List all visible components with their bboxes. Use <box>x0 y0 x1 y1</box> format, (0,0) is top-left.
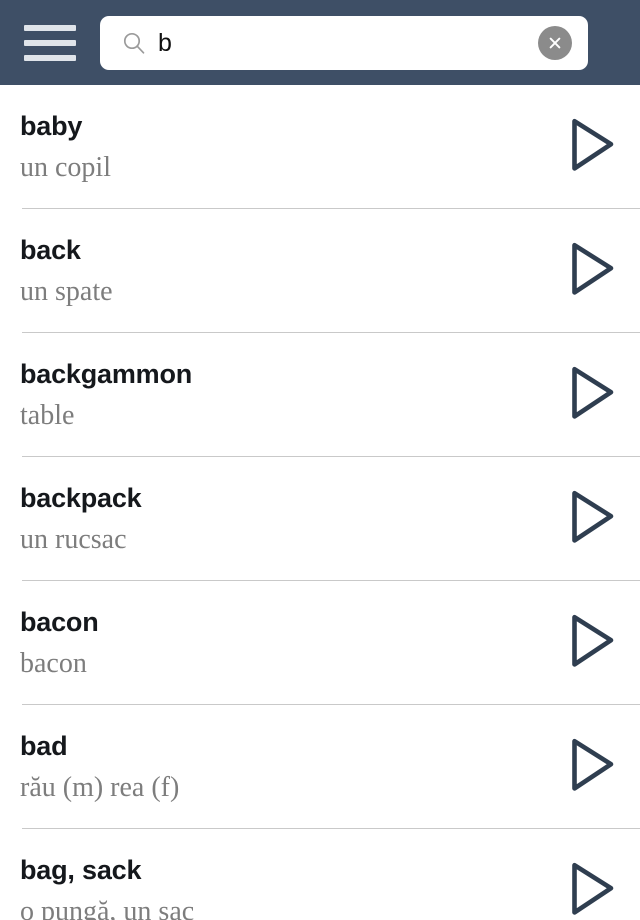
search-input[interactable] <box>158 22 488 63</box>
entry-translation: bacon <box>20 648 87 679</box>
app-header <box>0 0 640 85</box>
entry-translation: un copil <box>20 152 111 183</box>
entry-text-block: baby un copil <box>0 110 540 184</box>
entry-word: backgammon <box>20 359 193 389</box>
entry-translation: rău (m) rea (f) <box>20 772 180 803</box>
entry-word: bad <box>20 731 68 761</box>
play-audio-button[interactable] <box>564 117 620 177</box>
play-audio-button[interactable] <box>564 365 620 425</box>
clear-search-button[interactable] <box>538 25 572 60</box>
play-triangle-icon <box>567 240 617 303</box>
search-results-list[interactable]: baby un copil back un spate backgammon table b… <box>0 85 640 920</box>
hamburger-menu-icon-bar-2 <box>24 39 76 46</box>
play-audio-button[interactable] <box>564 489 620 549</box>
dictionary-entry-row[interactable]: back un spate <box>0 209 640 333</box>
play-audio-button[interactable] <box>564 737 620 797</box>
entry-translation: un spate <box>20 276 113 307</box>
dictionary-entry-row[interactable]: backpack un rucsac <box>0 457 640 581</box>
play-audio-button[interactable] <box>564 613 620 673</box>
play-triangle-icon <box>567 364 617 427</box>
entry-text-block: bad rău (m) rea (f) <box>0 730 540 804</box>
entry-text-block: backgammon table <box>0 358 540 432</box>
search-field[interactable] <box>100 15 588 70</box>
hamburger-menu-button[interactable] <box>0 0 100 85</box>
dictionary-entry-row[interactable]: backgammon table <box>0 333 640 457</box>
play-triangle-icon <box>567 612 617 675</box>
hamburger-menu-icon-bar-1 <box>24 24 76 31</box>
play-audio-button[interactable] <box>564 241 620 301</box>
entry-word: backpack <box>20 483 142 513</box>
entry-word: bacon <box>20 607 99 637</box>
hamburger-menu-icon-bar-3 <box>24 54 76 61</box>
entry-word: bag, sack <box>20 855 142 885</box>
entry-word: back <box>20 235 81 265</box>
play-triangle-icon <box>567 116 617 179</box>
play-triangle-icon <box>567 860 617 920</box>
entry-text-block: bacon bacon <box>0 606 540 680</box>
entry-translation: o pungă, un sac <box>20 896 195 920</box>
entry-word: baby <box>20 111 83 141</box>
entry-text-block: backpack un rucsac <box>0 482 540 556</box>
entry-translation: un rucsac <box>20 524 127 555</box>
search-icon <box>122 31 146 55</box>
entry-text-block: back un spate <box>0 234 540 308</box>
dictionary-entry-row[interactable]: bag, sack o pungă, un sac <box>0 829 640 920</box>
dictionary-entry-row[interactable]: bacon bacon <box>0 581 640 705</box>
clear-circle-x-icon <box>549 37 561 48</box>
play-triangle-icon <box>567 488 617 551</box>
dictionary-entry-row[interactable]: baby un copil <box>0 85 640 209</box>
dictionary-entry-row[interactable]: bad rău (m) rea (f) <box>0 705 640 829</box>
play-triangle-icon <box>567 736 617 799</box>
entry-translation: table <box>20 400 75 431</box>
entry-text-block: bag, sack o pungă, un sac <box>0 854 540 920</box>
play-audio-button[interactable] <box>564 861 620 920</box>
